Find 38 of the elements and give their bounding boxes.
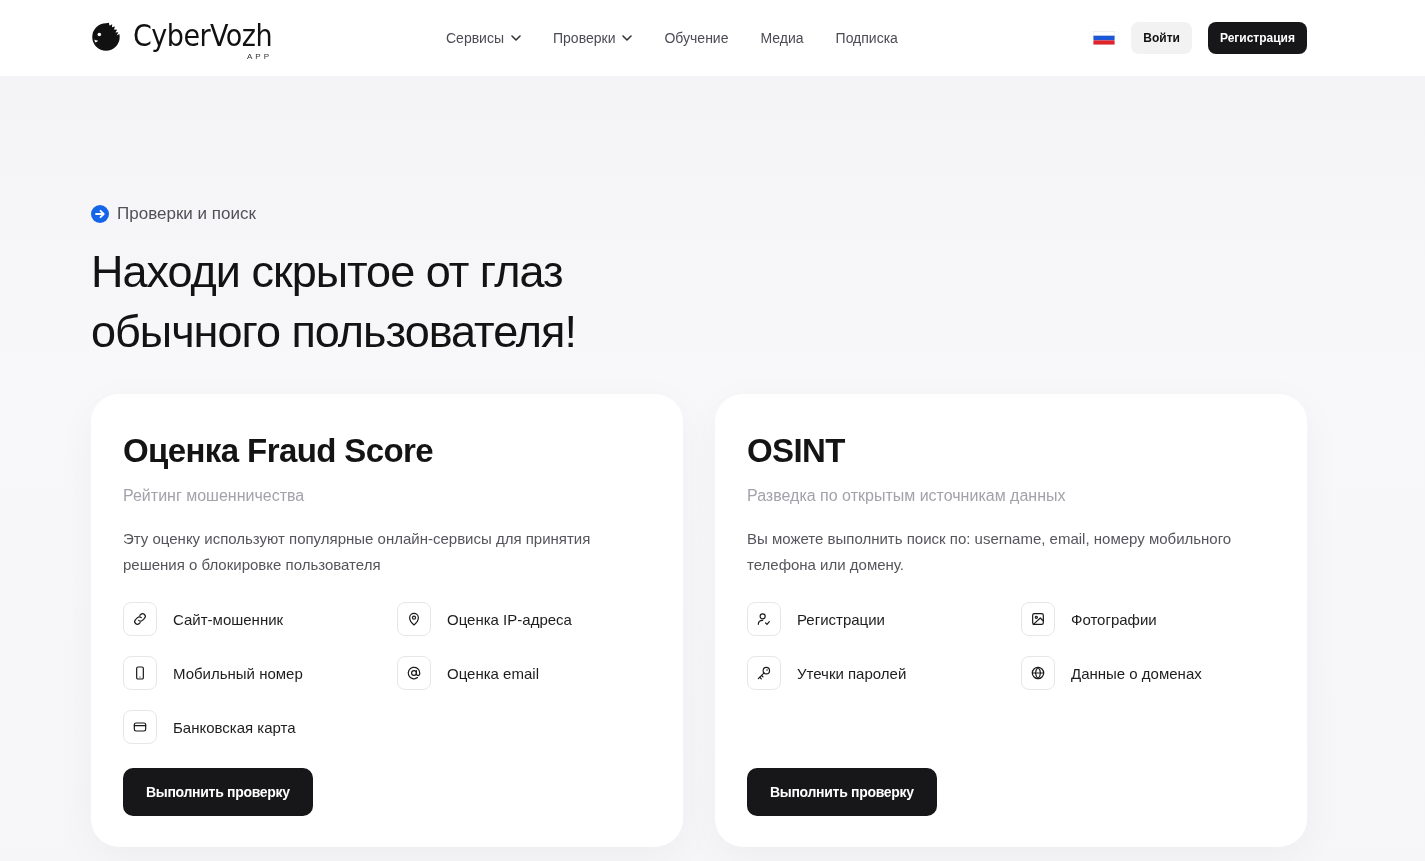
- globe-icon: [1021, 656, 1055, 690]
- map-pin-icon: [397, 602, 431, 636]
- section-label: Проверки и поиск: [117, 204, 256, 224]
- logo-tagline: APP: [247, 51, 272, 61]
- nav-link[interactable]: Сервисы: [446, 30, 521, 46]
- at-sign-icon: [397, 656, 431, 690]
- card-title: OSINT: [747, 431, 845, 471]
- nav-link[interactable]: Проверки: [553, 30, 633, 46]
- run-check-button[interactable]: Выполнить проверку: [123, 768, 313, 816]
- key-icon: [747, 656, 781, 690]
- nav-link[interactable]: Обучение: [664, 30, 729, 46]
- flag-icon[interactable]: [1093, 31, 1116, 45]
- run-check-button[interactable]: Выполнить проверку: [747, 768, 937, 816]
- card-title: Оценка Fraud Score: [123, 431, 434, 471]
- feature-label: Оценка IP-адреса: [447, 610, 572, 628]
- feature-label: Банковская карта: [173, 718, 296, 736]
- card-subtitle: Разведка по открытым источникам данных: [747, 486, 1066, 506]
- nav-link[interactable]: Медиа: [760, 30, 804, 46]
- card-description: Эту оценку используют популярные онлайн-сервисы для принятия решения о блокировке пользователя: [123, 529, 592, 575]
- feature-label: Фотографии: [1071, 610, 1157, 628]
- hero-heading: Находи скрытое от глаз обычного пользователя!: [91, 245, 577, 359]
- image-icon: [1021, 602, 1055, 636]
- feature-label: Оценка email: [447, 664, 539, 682]
- phone-icon: [123, 656, 157, 690]
- credit-card-icon: [123, 710, 157, 744]
- feature-label: Мобильный номер: [173, 664, 303, 682]
- card-subtitle: Рейтинг мошенничества: [123, 486, 305, 506]
- nav-link[interactable]: Подписка: [835, 30, 898, 46]
- login-button[interactable]: Войти: [1131, 22, 1192, 54]
- feature-label: Регистрации: [797, 610, 885, 628]
- logo-text[interactable]: CyberVozh: [132, 19, 272, 52]
- link-icon: [123, 602, 157, 636]
- feature-label: Утечки паролей: [797, 664, 907, 682]
- card-description: Вы можете выполнить поиск по: username, email, номеру мобильного телефона или домену.: [747, 529, 1233, 575]
- feature-label: Данные о доменах: [1071, 664, 1202, 682]
- feature-label: Сайт-мошенник: [173, 610, 284, 628]
- register-button[interactable]: Регистрация: [1207, 22, 1307, 54]
- user-check-icon: [747, 602, 781, 636]
